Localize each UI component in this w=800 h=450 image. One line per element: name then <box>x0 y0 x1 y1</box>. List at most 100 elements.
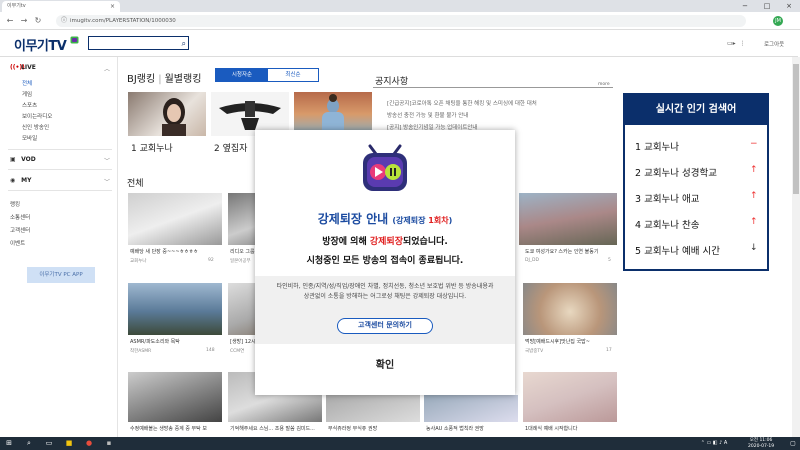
hot-keyword-4[interactable]: 4 교회누나 찬송 <box>635 217 700 231</box>
modal-disconnect-message: 시청중인 모든 방송의 접속이 종료됩니다. <box>306 256 464 266</box>
stream-thumbnail[interactable] <box>128 193 222 245</box>
mascot-tv-icon <box>363 144 407 191</box>
stream-caption[interactable]: ASMR/파도소리와 목탁 <box>130 338 180 345</box>
task-view-icon[interactable]: ▭ <box>42 437 56 450</box>
sidebar-item-rookie[interactable]: 신인 방송인 <box>22 123 49 131</box>
sort-by-viewers-button[interactable]: 시청자순 <box>216 69 268 81</box>
hot-keyword-1[interactable]: 1 교회누나 <box>635 139 679 153</box>
chevron-down-icon[interactable]: ﹀ <box>104 177 110 186</box>
trend-flat-icon: − <box>750 139 758 149</box>
stream-caption[interactable]: 도쿄 여성가요? 스카는 인연 불동기 <box>525 248 598 255</box>
sidebar-vod-label: VOD <box>21 156 36 163</box>
app-icon[interactable]: ▪ <box>102 437 116 450</box>
kick-notice-modal: 강제퇴장 안내 (강제퇴장 1회차) 방장에 의해 강제퇴장되었습니다. 시청중… <box>255 130 515 395</box>
stream-caption[interactable]: 리디오 그룹 <box>230 248 255 255</box>
stream-caption[interactable]: 무식쥬라정 무식쥬 권망 <box>328 425 377 432</box>
back-icon[interactable]: ← <box>4 15 16 27</box>
sidebar-item-game[interactable]: 게임 <box>22 90 32 98</box>
rank-label-1[interactable]: 1 교회누나 <box>131 141 173 154</box>
scrollbar-thumb[interactable] <box>793 64 799 194</box>
modal-description: 타인비하, 인종/지역/성/직업/장애인 차별, 정치선동, 청소년 보호법 위… <box>276 283 494 300</box>
chevron-up-icon[interactable]: ︿ <box>104 64 110 73</box>
pc-app-button[interactable]: 이무기TV PC APP <box>27 267 95 283</box>
site-logo[interactable]: 이무기TV <box>14 35 79 54</box>
sidebar-link-event[interactable]: 이벤트 <box>10 239 25 247</box>
sidebar-my-header[interactable]: ◉ MY <box>10 177 31 184</box>
browser-tab[interactable]: 이무기tv × <box>2 1 120 12</box>
profile-avatar[interactable]: JM <box>773 16 783 26</box>
search-icon[interactable]: ⌕ <box>182 37 186 50</box>
stream-caption[interactable]: 기억해주세요 스님... 조용 말씀 김미드... <box>230 425 315 432</box>
stream-channel[interactable]: CCM연 <box>230 348 244 354</box>
sidebar-link-support[interactable]: 고객센터 <box>10 226 30 234</box>
tab-title: 이무기tv <box>7 3 26 9</box>
cast-icon[interactable]: ▭▸ ⋮ <box>727 40 746 47</box>
notice-item[interactable]: 방송선 충전 가능 및 환불 불가 안내 <box>387 111 468 119</box>
hot-keyword-5[interactable]: 5 교회누나 예배 시간 <box>635 243 720 257</box>
stream-thumbnail[interactable] <box>523 372 617 422</box>
logout-link[interactable]: 로그아웃 <box>764 40 784 48</box>
trend-up-icon: ↑ <box>750 165 758 175</box>
sidebar-link-community[interactable]: 소통센터 <box>10 213 30 221</box>
viewer-count: 92 <box>208 258 214 263</box>
stream-caption[interactable]: 예배당 새 단장 중~~~ㅎㅎㅎㅎ <box>130 248 198 255</box>
stream-thumbnail[interactable] <box>326 395 420 422</box>
sidebar-vod-header[interactable]: ▣ VOD <box>10 156 36 163</box>
close-window-button[interactable]: × <box>778 0 800 12</box>
sidebar-divider <box>8 190 112 191</box>
system-tray-icons[interactable]: ⌃ ▭ ◧ ♪ A <box>686 437 742 450</box>
stream-caption[interactable]: 먹방[예배드시후]맛난집 국밥~ <box>525 338 590 345</box>
maximize-button[interactable]: □ <box>756 0 778 12</box>
header-divider <box>0 56 798 57</box>
chevron-down-icon[interactable]: ﹀ <box>104 156 110 165</box>
confirm-button[interactable]: 확인 <box>255 356 515 371</box>
sidebar-item-mobile[interactable]: 모바일 <box>22 134 37 142</box>
monthly-rank-tab[interactable]: 월별랭킹 <box>165 74 202 85</box>
stream-thumbnail[interactable] <box>128 283 222 335</box>
sidebar-item-sports[interactable]: 스포츠 <box>22 101 37 109</box>
logo-tv-icon <box>70 36 79 44</box>
tab-close-icon[interactable]: × <box>110 1 115 12</box>
stream-thumbnail[interactable] <box>523 283 617 335</box>
rank-label-2[interactable]: 2 옆집자 <box>214 141 247 154</box>
search-input[interactable]: ⌕ <box>88 36 189 50</box>
taskbar-clock[interactable]: 오전 11:06 2020-07-19 <box>748 438 774 449</box>
stream-channel[interactable]: DJ_DD <box>525 258 539 263</box>
stream-thumbnail[interactable] <box>424 395 518 422</box>
user-icon: ◉ <box>10 177 16 184</box>
sidebar-divider <box>8 169 112 170</box>
stream-channel[interactable]: 국밥중TV <box>525 348 543 354</box>
windows-start-icon[interactable]: ⊞ <box>2 437 16 450</box>
sidebar-item-radio[interactable]: 보이는라디오 <box>22 112 52 120</box>
url-field[interactable]: ⓘ imugitv.com/PLAYERSTATION/1000030 <box>56 15 746 27</box>
notification-icon[interactable]: ▢ <box>788 437 798 450</box>
stream-caption[interactable]: 수정예배볼는 생방송 중계 중 부탁 보 <box>130 425 207 432</box>
minimize-button[interactable]: − <box>734 0 756 12</box>
rank-card-thumbnail[interactable] <box>128 92 206 136</box>
search-icon[interactable]: ⌕ <box>22 437 36 450</box>
bj-rank-tab[interactable]: BJ랭킹 <box>127 74 155 85</box>
stream-caption[interactable]: 농사AU 소풍적 법칙라 권망 <box>426 425 484 432</box>
chrome-icon[interactable]: ● <box>82 437 96 450</box>
sidebar-link-ranking[interactable]: 랭킹 <box>10 200 20 208</box>
sort-by-latest-button[interactable]: 최신순 <box>268 69 318 81</box>
sidebar-live-header[interactable]: ((•)) LIVE <box>10 64 36 71</box>
contact-support-button[interactable]: 고객센터 문의하기 <box>337 318 433 334</box>
hot-keyword-2[interactable]: 2 교회누나 성경학교 <box>635 165 717 179</box>
stream-caption[interactable]: 1대례식 예배 시작합니다 <box>525 425 577 432</box>
stream-thumbnail[interactable] <box>519 193 617 245</box>
sidebar-item-all[interactable]: 전체 <box>22 79 32 87</box>
stream-channel[interactable]: 착한ASMR <box>130 348 151 354</box>
stream-channel[interactable]: 교회누나 <box>130 258 147 264</box>
forward-icon[interactable]: → <box>18 15 30 27</box>
notice-item[interactable]: [긴급공지]코로아톡 오픈 채팅을 통한 해킹 및 스미싱에 대한 대처 <box>387 99 537 107</box>
hot-keyword-3[interactable]: 3 교회누나 애교 <box>635 191 700 205</box>
kakaotalk-icon[interactable]: ■ <box>62 437 76 450</box>
stream-channel[interactable]: 일본어공부 <box>230 258 251 264</box>
stream-thumbnail[interactable] <box>128 372 222 422</box>
reload-icon[interactable]: ↻ <box>32 15 44 27</box>
stream-caption[interactable]: [생방] 12시 <box>230 338 256 345</box>
sort-toggle: 시청자순 최신순 <box>215 68 319 82</box>
hot-keywords-panel: 실시간 인기 검색어 1 교회누나 − 2 교회누나 성경학교 ↑ 3 교회누나… <box>623 93 769 271</box>
logo-text: 이무기 <box>14 39 49 54</box>
